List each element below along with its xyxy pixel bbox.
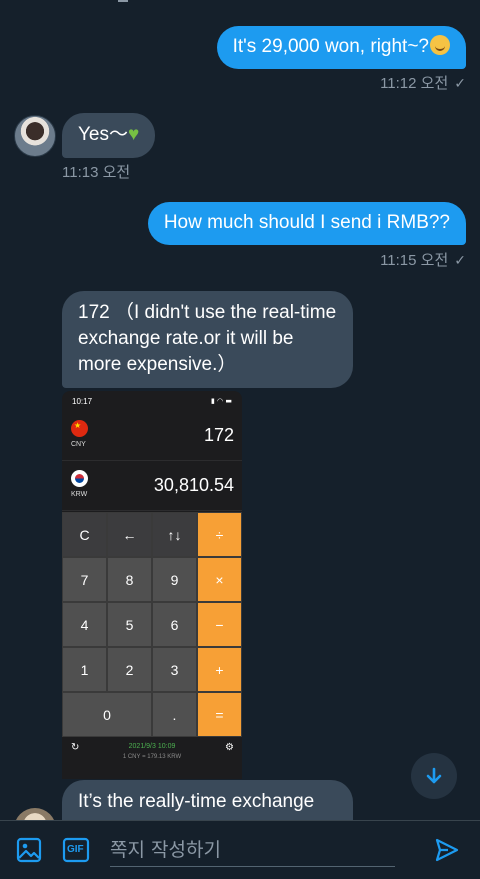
- avatar[interactable]: [14, 115, 56, 157]
- calc-key: 1: [62, 647, 107, 692]
- message-timestamp: 11:15 오전 ✓: [380, 249, 466, 270]
- send-icon: [435, 838, 459, 862]
- calc-key: =: [197, 692, 242, 737]
- conversation-thread[interactable]: It's 29,000 won, right~? 11:12 오전 ✓ Yes～♥…: [0, 0, 480, 820]
- calc-key: 0: [62, 692, 152, 737]
- calc-key: 8: [107, 557, 152, 602]
- message-text: Yes～: [78, 124, 128, 145]
- calc-key: 9: [152, 557, 197, 602]
- calc-key: 6: [152, 602, 197, 647]
- outgoing-message[interactable]: It's 29,000 won, right~?: [216, 26, 466, 69]
- calc-key: +: [197, 647, 242, 692]
- outgoing-message[interactable]: How much should I send i RMB??: [147, 202, 466, 245]
- calculator-keypad: C ← ↑↓ ÷ 7 8 9 × 4 5 6 − 1 2 3 + 0 . =: [62, 512, 242, 737]
- calc-key: −: [197, 602, 242, 647]
- read-check-icon: ✓: [454, 75, 466, 91]
- read-check-icon: ✓: [454, 252, 466, 268]
- calc-key: ←: [107, 512, 152, 557]
- message-text: It’s the really-time exchange: [78, 791, 315, 812]
- calc-key: ÷: [197, 512, 242, 557]
- footer-rate: 1 CNY = 179.13 KRW: [122, 754, 182, 760]
- top-divider: [118, 0, 128, 2]
- phone-status-bar: 10:17 ▮ ◠ ▬: [62, 391, 242, 411]
- incoming-message[interactable]: It’s the really-time exchange: [62, 780, 353, 820]
- message-text: It's 29,000 won, right~?: [232, 36, 429, 57]
- calculator-footer: ↻ 2021/9/3 10:09 1 CNY = 179.13 KRW ⚙: [62, 737, 242, 779]
- calc-key: 4: [62, 602, 107, 647]
- calc-key: 2: [107, 647, 152, 692]
- add-photo-button[interactable]: [16, 837, 42, 868]
- calc-key: ×: [197, 557, 242, 602]
- message-composer: GIF: [0, 820, 480, 879]
- china-flag-icon: [71, 420, 88, 437]
- green-heart-emoji-icon: ♥: [128, 124, 140, 145]
- calc-key: ↑↓: [152, 512, 197, 557]
- send-button[interactable]: [434, 837, 460, 868]
- avatar[interactable]: [14, 808, 56, 820]
- gif-label: GIF: [67, 844, 84, 855]
- image-icon: [16, 837, 42, 863]
- currency-row-krw: KRW 30,810.54: [62, 461, 242, 511]
- calc-key: .: [152, 692, 197, 737]
- message-input-wrapper: [110, 833, 395, 867]
- currency-value: 172: [203, 425, 234, 445]
- calc-key: 7: [62, 557, 107, 602]
- currency-row-cny: CNY 172: [62, 411, 242, 461]
- status-time: 10:17: [72, 396, 93, 406]
- korea-flag-icon: [71, 470, 88, 487]
- calc-key: 5: [107, 602, 152, 647]
- currency-value: 30,810.54: [153, 475, 234, 495]
- calc-key: 3: [152, 647, 197, 692]
- footer-date: 2021/9/3 10:09: [128, 743, 176, 750]
- scroll-to-bottom-button[interactable]: [411, 753, 457, 799]
- currency-code: KRW: [71, 491, 88, 498]
- message-input[interactable]: [110, 833, 395, 866]
- message-timestamp: 11:12 오전 ✓: [380, 72, 466, 93]
- message-timestamp: 11:13 오전: [62, 164, 131, 181]
- message-text: 172 （I didn't use the real-time exchange…: [78, 302, 337, 375]
- currency-code: CNY: [71, 441, 86, 448]
- arrow-down-icon: [426, 767, 442, 784]
- timestamp-text: 11:12 오전: [380, 75, 449, 92]
- incoming-message[interactable]: Yes～♥: [62, 113, 156, 158]
- message-text: How much should I send i RMB??: [163, 212, 450, 233]
- timestamp-text: 11:15 오전: [380, 252, 449, 269]
- status-icons: ▮ ◠ ▬: [210, 397, 232, 405]
- add-gif-button[interactable]: GIF: [62, 837, 90, 868]
- smiling-face-emoji-icon: [430, 35, 450, 55]
- settings-gear-icon: ⚙: [225, 742, 234, 753]
- calculator-screenshot-image[interactable]: 10:17 ▮ ◠ ▬ CNY 172 KRW 30,810.54 C ← ↑↓…: [62, 391, 242, 779]
- calc-key: C: [62, 512, 107, 557]
- incoming-message[interactable]: 172 （I didn't use the real-time exchange…: [62, 291, 353, 388]
